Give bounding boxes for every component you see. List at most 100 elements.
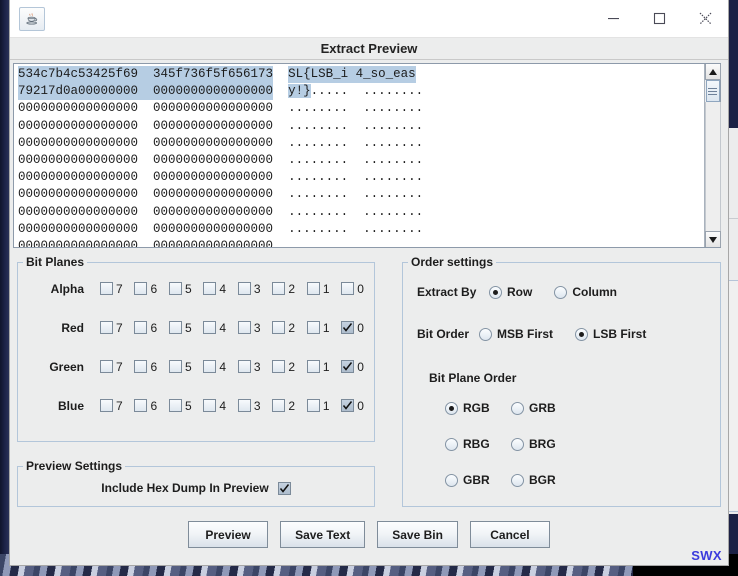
preview-settings-title: Preview Settings [26, 459, 123, 473]
checkbox-blue-bit-2[interactable] [272, 399, 286, 412]
checkbox-blue-bit-0[interactable] [341, 399, 355, 412]
bit-plane-bit-label: 4 [219, 398, 227, 413]
hex-dump-row[interactable]: 0000000000000000 0000000000000000 [18, 238, 704, 247]
bit-plane-cell: 4 [203, 399, 226, 413]
bit-planes-title: Bit Planes [26, 255, 85, 269]
hex-dump-row[interactable]: 0000000000000000 0000000000000000 ......… [18, 204, 704, 221]
bit-order-lsb-first[interactable]: LSB First [575, 327, 646, 341]
checkbox-alpha-bit-6[interactable] [134, 282, 148, 295]
bit-plane-cell: 0 [341, 399, 364, 413]
checkbox-blue-bit-4[interactable] [203, 399, 217, 412]
hex-dump-text[interactable]: 534c7b4c53425f69 345f736f5f656173 SL{LSB… [14, 64, 704, 247]
minimize-icon[interactable] [590, 0, 636, 38]
checkbox-green-bit-4[interactable] [203, 360, 217, 373]
checkbox-red-bit-3[interactable] [237, 321, 251, 334]
swx-watermark: SWX [691, 548, 722, 563]
radio-icon[interactable] [511, 437, 524, 451]
bit-plane-order-bgr[interactable]: BGR [511, 473, 577, 487]
bit-plane-cell: 2 [272, 360, 295, 374]
extract-by-column[interactable]: Column [554, 285, 617, 299]
checkbox-green-bit-7[interactable] [100, 360, 113, 373]
bit-plane-order-rbg[interactable]: RBG [445, 437, 511, 451]
checkbox-red-bit-7[interactable] [100, 321, 113, 334]
bit-plane-bit-label: 5 [184, 359, 192, 374]
hex-dump-row-bytes: 0000000000000000 0000000000000000 [18, 170, 274, 185]
hex-dump-row[interactable]: 0000000000000000 0000000000000000 ......… [18, 100, 704, 117]
hex-dump-row[interactable]: 79217d0a00000000 0000000000000000 y!}...… [18, 83, 704, 101]
checkbox-alpha-bit-7[interactable] [100, 282, 113, 295]
bit-plane-cell: 3 [237, 399, 261, 413]
radio-icon[interactable] [489, 285, 502, 299]
include-hex-dump-row[interactable]: Include Hex Dump In Preview [18, 473, 374, 503]
hex-dump-row[interactable]: 0000000000000000 0000000000000000 ......… [18, 221, 704, 238]
bit-plane-order-grb[interactable]: GRB [511, 401, 577, 415]
radio-icon[interactable] [445, 473, 458, 487]
hex-dump-row[interactable]: 0000000000000000 0000000000000000 ......… [18, 152, 704, 169]
hex-dump-row[interactable]: 0000000000000000 0000000000000000 ......… [18, 169, 704, 186]
scrollbar-track[interactable] [704, 102, 721, 247]
bit-plane-order-brg[interactable]: BRG [511, 437, 577, 451]
checkbox-green-bit-1[interactable] [306, 360, 320, 373]
desktop-left-edge [0, 0, 9, 576]
checkbox-alpha-bit-4[interactable] [203, 282, 217, 295]
order-settings-title: Order settings [411, 255, 494, 269]
extract-by-row[interactable]: Row [489, 285, 532, 299]
hex-dump-row[interactable]: 0000000000000000 0000000000000000 ......… [18, 186, 704, 203]
checkbox-green-bit-5[interactable] [168, 360, 182, 373]
bit-plane-channel-label: Green [49, 359, 84, 374]
hex-dump-row-ascii: ........ ........ [288, 221, 424, 236]
bit-plane-cell: 0 [341, 360, 364, 374]
checkbox-red-bit-1[interactable] [306, 321, 320, 334]
scrollbar-thumb[interactable] [705, 80, 720, 102]
checkbox-blue-bit-3[interactable] [237, 399, 251, 412]
checkbox-red-bit-0[interactable] [341, 321, 355, 334]
checkbox-alpha-bit-3[interactable] [237, 282, 251, 295]
checkbox-green-bit-2[interactable] [272, 360, 286, 373]
checkbox-blue-bit-1[interactable] [306, 399, 320, 412]
preview-vertical-scrollbar[interactable] [704, 64, 721, 247]
scroll-down-arrow-icon[interactable] [705, 231, 721, 247]
radio-icon[interactable] [445, 401, 458, 415]
checkbox-green-bit-0[interactable] [341, 360, 355, 373]
bit-plane-bit-label: 1 [322, 398, 330, 413]
bit-plane-bit-label: 3 [253, 281, 261, 296]
checkbox-green-bit-6[interactable] [134, 360, 148, 373]
bit-plane-cell: 6 [134, 282, 157, 296]
radio-icon[interactable] [575, 327, 589, 341]
preview-button[interactable]: Preview [188, 521, 269, 548]
hex-dump-row[interactable]: 0000000000000000 0000000000000000 ......… [18, 118, 704, 135]
radio-icon[interactable] [554, 285, 568, 299]
radio-icon[interactable] [445, 437, 458, 451]
bit-plane-bit-label: 2 [288, 281, 296, 296]
checkbox-alpha-bit-5[interactable] [168, 282, 182, 295]
scroll-up-arrow-icon[interactable] [704, 64, 721, 80]
checkbox-red-bit-2[interactable] [272, 321, 286, 334]
maximize-icon[interactable] [636, 0, 682, 38]
hex-dump-row[interactable]: 534c7b4c53425f69 345f736f5f656173 SL{LSB… [18, 66, 704, 84]
cancel-button[interactable]: Cancel [469, 521, 550, 548]
bit-plane-order-rgb[interactable]: RGB [445, 401, 511, 415]
checkbox-alpha-bit-2[interactable] [272, 282, 286, 295]
save-bin-button[interactable]: Save Bin [377, 521, 458, 548]
checkbox-blue-bit-5[interactable] [168, 399, 182, 412]
hex-dump-row[interactable]: 0000000000000000 0000000000000000 ......… [18, 135, 704, 152]
checkbox-blue-bit-6[interactable] [134, 399, 148, 412]
bit-plane-cell: 2 [272, 321, 295, 335]
bit-plane-order-gbr[interactable]: GBR [445, 473, 511, 487]
radio-icon[interactable] [479, 327, 492, 341]
checkbox-red-bit-6[interactable] [134, 321, 148, 334]
bit-plane-channel-label: Blue [57, 398, 84, 413]
checkbox-red-bit-4[interactable] [203, 321, 217, 334]
extract-preview-pane: 534c7b4c53425f69 345f736f5f656173 SL{LSB… [13, 63, 721, 248]
radio-icon[interactable] [511, 401, 524, 415]
save-text-button[interactable]: Save Text [280, 521, 366, 548]
checkbox-blue-bit-7[interactable] [100, 399, 113, 412]
checkbox-red-bit-5[interactable] [168, 321, 182, 334]
include-hex-dump-checkbox[interactable] [277, 481, 291, 495]
checkbox-alpha-bit-1[interactable] [306, 282, 320, 295]
checkbox-alpha-bit-0[interactable] [341, 282, 355, 295]
close-icon[interactable] [682, 0, 728, 38]
checkbox-green-bit-3[interactable] [237, 360, 251, 373]
bit-order-msb-first[interactable]: MSB First [479, 327, 553, 341]
radio-icon[interactable] [511, 473, 524, 487]
